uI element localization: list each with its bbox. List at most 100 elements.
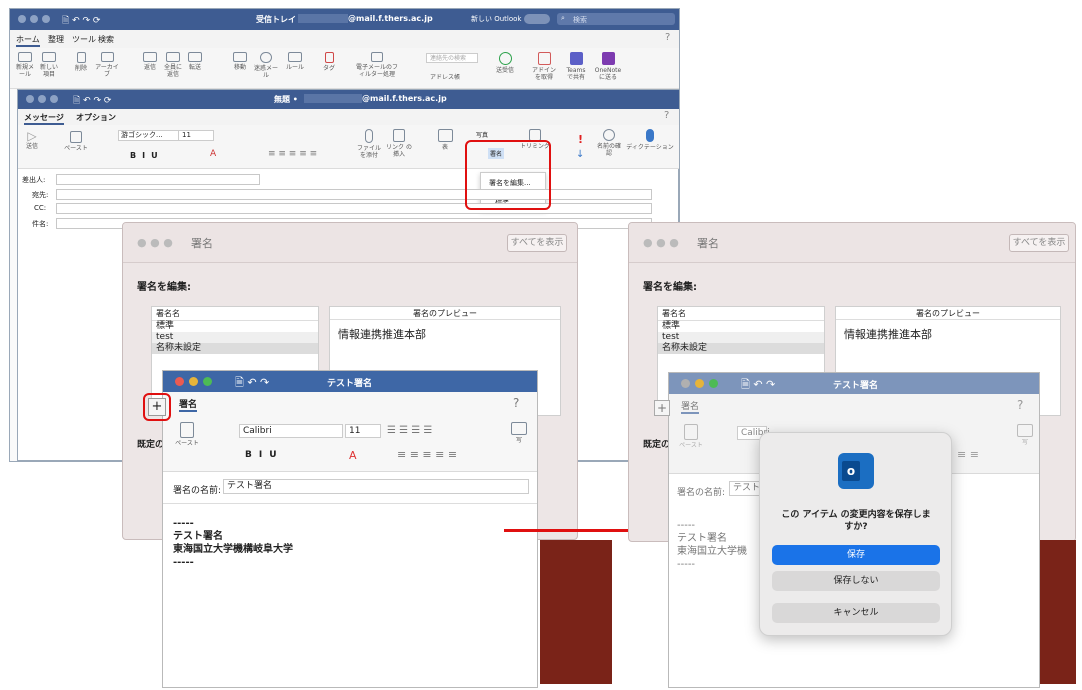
- save-icon[interactable]: 🗎 ↶ ↷ ⟳: [62, 13, 100, 29]
- zoom-window-icon[interactable]: [203, 377, 212, 386]
- rules-button[interactable]: ルール: [284, 52, 306, 71]
- forward-button[interactable]: 転送: [186, 52, 204, 71]
- people-icon: [603, 129, 615, 141]
- move-button[interactable]: 移動: [230, 52, 250, 71]
- delete-button[interactable]: 削除: [72, 52, 90, 72]
- to-label: 宛先:: [32, 191, 49, 199]
- compose-quick-icons[interactable]: 🗎 ↶ ↷ ⟳: [73, 93, 111, 109]
- dictate-button[interactable]: ディクテーション: [626, 129, 674, 151]
- close-window-icon[interactable]: [175, 377, 184, 386]
- size-select[interactable]: 11: [345, 424, 381, 438]
- new-item-button[interactable]: 新しい項目: [38, 52, 60, 78]
- signature-body-editor[interactable]: ----- テスト署名 東海国立大学機構岐阜大学 -----: [173, 517, 293, 569]
- format-buttons[interactable]: BIU: [130, 151, 164, 160]
- tab-signature[interactable]: 署名: [681, 399, 700, 414]
- signature-row-standard[interactable]: 標準: [658, 321, 824, 332]
- search-box[interactable]: ⌕ 検索: [557, 13, 675, 25]
- window-controls[interactable]: ● ● ●: [643, 236, 679, 249]
- paste-button[interactable]: ペースト: [171, 422, 203, 447]
- align-icons[interactable]: ≡ ≡: [957, 448, 979, 461]
- signature-row-test[interactable]: test: [658, 332, 824, 343]
- editor-help-icon[interactable]: ?: [1017, 398, 1023, 412]
- reply-all-button[interactable]: 全員に返信: [162, 52, 184, 78]
- picture-button[interactable]: 写: [507, 422, 531, 444]
- tab-tools[interactable]: ツール: [72, 34, 96, 45]
- signature-row-untitled[interactable]: 名称未設定: [152, 343, 318, 354]
- compose-help-icon[interactable]: ?: [664, 110, 669, 121]
- tab-organize[interactable]: 整理: [48, 34, 64, 45]
- save-button[interactable]: 保存: [772, 545, 940, 565]
- send-receive-button[interactable]: 送受信: [494, 52, 516, 74]
- tab-search[interactable]: 検索: [98, 34, 114, 45]
- dont-save-button[interactable]: 保存しない: [772, 571, 940, 591]
- picture-button[interactable]: 写: [1013, 424, 1037, 446]
- get-addins-button[interactable]: アドイン を取得: [530, 52, 558, 81]
- picture-button[interactable]: 写真: [476, 130, 488, 139]
- outlook-o-glyph: o: [842, 461, 860, 481]
- minimize-window-icon[interactable]: [189, 377, 198, 386]
- signature-name-input[interactable]: テスト署名: [223, 479, 529, 494]
- tab-home[interactable]: ホーム: [16, 34, 40, 47]
- check-names-button[interactable]: 名前の確認: [596, 129, 622, 157]
- junk-button[interactable]: 迷惑メール: [254, 52, 278, 79]
- new-outlook-toggle[interactable]: [524, 14, 550, 24]
- send-onenote-button[interactable]: OneNote に送る: [594, 52, 622, 81]
- window-controls[interactable]: ● ● ●: [137, 236, 173, 249]
- cancel-button[interactable]: キャンセル: [772, 603, 940, 623]
- from-label: 差出人:: [22, 176, 46, 184]
- compose-window-controls[interactable]: [26, 95, 62, 106]
- show-all-button[interactable]: すべてを表示: [507, 234, 567, 252]
- tab-message[interactable]: メッセージ: [24, 112, 64, 125]
- importance-high-icon[interactable]: !: [578, 133, 583, 146]
- tab-signature[interactable]: 署名: [179, 397, 198, 412]
- new-mail-button[interactable]: 新規メール: [14, 52, 36, 78]
- font-select[interactable]: Calibri: [239, 424, 343, 438]
- zoom-window-icon[interactable]: [709, 379, 718, 388]
- add-signature-button[interactable]: +: [654, 400, 670, 416]
- reply-button[interactable]: 返信: [140, 52, 160, 71]
- align-icons[interactable]: ≡ ≡ ≡ ≡ ≡: [397, 448, 457, 461]
- preview-text: 情報連携推進本部: [338, 328, 426, 341]
- archive-button[interactable]: アーカイブ: [94, 52, 120, 78]
- send-receive-label: 送受信: [495, 67, 514, 74]
- window-controls[interactable]: [18, 15, 54, 26]
- show-all-button[interactable]: すべてを表示: [1009, 234, 1069, 252]
- importance-low-icon[interactable]: ↓: [576, 149, 584, 160]
- to-field[interactable]: [56, 189, 652, 200]
- address-book-button[interactable]: アドレス帳: [430, 72, 460, 81]
- editor-quick-icons[interactable]: 🗎 ↶ ↷: [235, 374, 269, 393]
- send-button[interactable]: ▷ 送信: [22, 130, 42, 150]
- signature-row-test[interactable]: test: [152, 332, 318, 343]
- insert-link-button[interactable]: リンク の挿入: [386, 129, 412, 158]
- filter-mail-button[interactable]: 電子メールのフィルター処理: [354, 52, 400, 78]
- teams-icon: [569, 52, 583, 65]
- list-icons[interactable]: ☰ ☰ ☰ ☰: [387, 425, 432, 436]
- signature-body-editor[interactable]: ----- テスト署名 東海国立大学機 -----: [677, 519, 747, 571]
- signature-window-titlebar: ● ● ● 署名 すべてを表示: [123, 223, 577, 263]
- forward-icon: [188, 52, 202, 62]
- minimize-window-icon[interactable]: [695, 379, 704, 388]
- format-buttons[interactable]: BIU: [245, 450, 284, 460]
- close-window-icon[interactable]: [681, 379, 690, 388]
- paste-button[interactable]: ペースト: [675, 424, 707, 449]
- font-color-icon[interactable]: A: [349, 449, 357, 462]
- table-button[interactable]: 表: [434, 129, 456, 151]
- signature-name-input[interactable]: テスト: [729, 481, 763, 496]
- tab-options[interactable]: オプション: [76, 112, 116, 123]
- font-color-icon[interactable]: A: [210, 149, 216, 159]
- help-icon[interactable]: ?: [665, 32, 670, 43]
- font-size-select[interactable]: 11: [178, 130, 214, 141]
- people-search-input[interactable]: 連絡先の検索: [426, 53, 478, 63]
- share-teams-button[interactable]: Teams で共有: [564, 52, 588, 81]
- align-icons[interactable]: ≡ ≡ ≡ ≡ ≡: [268, 149, 317, 159]
- signature-row-untitled[interactable]: 名称未設定: [658, 343, 824, 354]
- tags-button[interactable]: タグ: [320, 52, 338, 72]
- editor-help-icon[interactable]: ?: [513, 396, 519, 410]
- addins-icon: [537, 52, 551, 65]
- paste-button[interactable]: ペースト: [62, 131, 90, 152]
- attach-file-button[interactable]: ファイル を添付: [356, 129, 382, 159]
- signature-row-standard[interactable]: 標準: [152, 321, 318, 332]
- cc-field[interactable]: [56, 203, 652, 214]
- editor-quick-icons[interactable]: 🗎 ↶ ↷: [741, 376, 775, 395]
- from-select[interactable]: [56, 174, 260, 185]
